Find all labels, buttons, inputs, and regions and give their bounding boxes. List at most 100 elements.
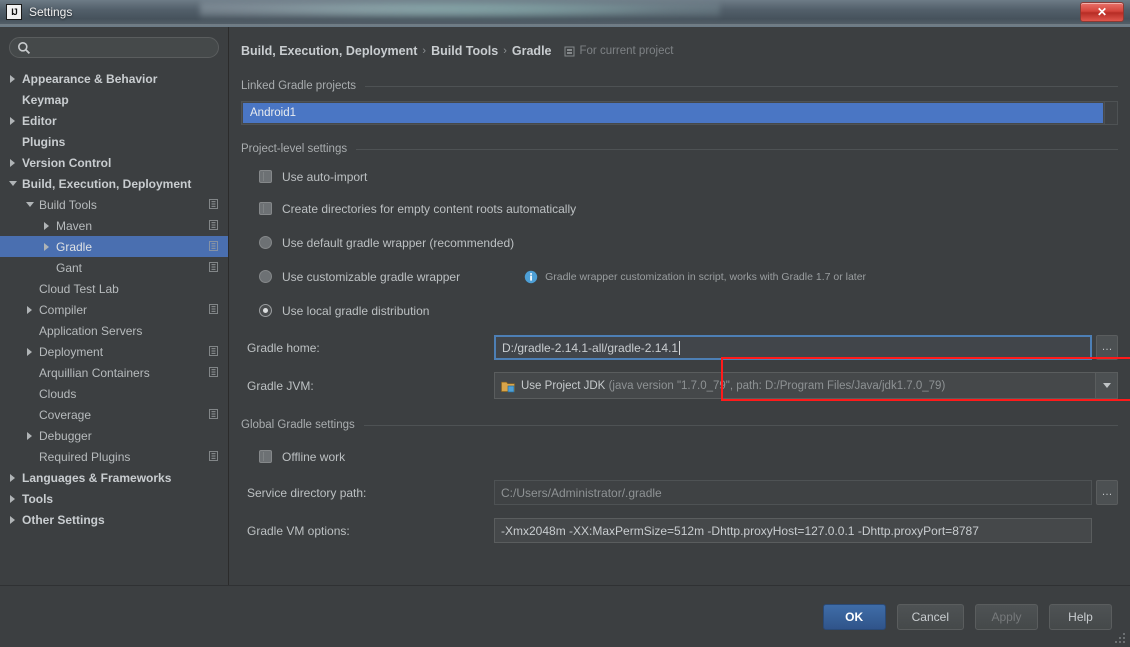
ok-button[interactable]: OK [822, 603, 886, 630]
gradle-home-browse-button[interactable]: … [1096, 335, 1118, 360]
chevron-right-icon[interactable] [42, 220, 53, 231]
sidebar-item-debugger[interactable]: Debugger [0, 425, 228, 446]
chevron-right-icon[interactable] [25, 304, 36, 315]
sidebar-item-gant[interactable]: Gant [0, 257, 228, 278]
sidebar-item-build-tools[interactable]: Build Tools [0, 194, 228, 215]
gradle-home-value: D:/gradle-2.14.1-all/gradle-2.14.1 [502, 340, 679, 355]
checkbox-box[interactable] [259, 450, 272, 463]
vm-options-input[interactable]: -Xmx2048m -XX:MaxPermSize=512m -Dhttp.pr… [494, 518, 1092, 543]
sidebar-item-label: Other Settings [22, 512, 105, 527]
gradle-home-label: Gradle home: [247, 340, 320, 355]
checkbox-box[interactable] [259, 202, 272, 215]
service-directory-control: C:/Users/Administrator/.gradle … [494, 480, 1118, 505]
radio-button[interactable] [259, 304, 272, 317]
radio-button[interactable] [259, 270, 272, 283]
chevron-right-icon[interactable] [8, 514, 19, 525]
sidebar-item-plugins[interactable]: Plugins [0, 131, 228, 152]
sidebar-item-required-plugins[interactable]: Required Plugins [0, 446, 228, 467]
radio-button[interactable] [259, 236, 272, 249]
section-divider [363, 424, 1118, 426]
help-button[interactable]: Help [1049, 603, 1112, 630]
wrapper-hint: Gradle wrapper customization in script, … [524, 270, 866, 284]
list-item[interactable]: Android1 [243, 103, 1103, 123]
sidebar-item-other-settings[interactable]: Other Settings [0, 509, 228, 530]
gradle-home-input[interactable]: D:/gradle-2.14.1-all/gradle-2.14.1 [494, 335, 1092, 360]
service-directory-value: C:/Users/Administrator/.gradle [501, 485, 662, 500]
sidebar-item-label: Cloud Test Lab [39, 281, 119, 296]
sidebar-item-label: Gant [56, 260, 83, 275]
checkbox-box[interactable] [259, 170, 272, 183]
sidebar-item-cloud-test-lab[interactable]: Cloud Test Lab [0, 278, 228, 299]
project-scope-label: For current project [579, 45, 674, 57]
apply-button[interactable]: Apply [975, 603, 1038, 630]
chevron-down-icon[interactable] [1095, 373, 1117, 398]
sidebar-item-keymap[interactable]: Keymap [0, 89, 228, 110]
sidebar-item-languages-frameworks[interactable]: Languages & Frameworks [0, 467, 228, 488]
sidebar-item-compiler[interactable]: Compiler [0, 299, 228, 320]
linked-projects-scrollbar[interactable] [1104, 102, 1117, 124]
sidebar-item-label: Deployment [39, 344, 104, 359]
checkbox-use-auto-import[interactable]: Use auto-import [259, 166, 1118, 187]
global-settings-section-header: Global Gradle settings [241, 419, 1118, 431]
sidebar-item-label: Gradle [56, 239, 93, 254]
chevron-right-icon[interactable] [8, 115, 19, 126]
chevron-right-icon[interactable] [25, 430, 36, 441]
sidebar-item-appearance-behavior[interactable]: Appearance & Behavior [0, 68, 228, 89]
sidebar-item-arquillian-containers[interactable]: Arquillian Containers [0, 362, 228, 383]
sidebar-item-label: Compiler [39, 302, 88, 317]
cancel-button[interactable]: Cancel [896, 603, 964, 630]
sidebar-item-deployment[interactable]: Deployment [0, 341, 228, 362]
chevron-right-icon[interactable] [8, 472, 19, 483]
radio-use-customizable-wrapper[interactable]: Use customizable gradle wrapper Gradle w… [259, 266, 1118, 287]
sidebar-item-label: Maven [56, 218, 93, 233]
sidebar-item-gradle[interactable]: Gradle [0, 236, 228, 257]
chevron-down-icon[interactable] [25, 199, 36, 210]
sidebar-item-label: Editor [22, 113, 57, 128]
radio-use-local-distribution[interactable]: Use local gradle distribution [259, 300, 1118, 321]
sidebar-item-editor[interactable]: Editor [0, 110, 228, 131]
service-directory-input[interactable]: C:/Users/Administrator/.gradle [494, 480, 1092, 505]
sidebar-item-application-servers[interactable]: Application Servers [0, 320, 228, 341]
vm-options-value: -Xmx2048m -XX:MaxPermSize=512m -Dhttp.pr… [501, 523, 979, 538]
search-input[interactable] [34, 38, 210, 57]
chevron-right-icon[interactable] [25, 346, 36, 357]
gradle-jvm-row: Gradle JVM: Use Project JDK (java versio… [241, 372, 1118, 399]
chevron-right-icon[interactable] [8, 73, 19, 84]
vm-options-control: -Xmx2048m -XX:MaxPermSize=512m -Dhttp.pr… [494, 518, 1118, 543]
sidebar-item-build-execution-deployment[interactable]: Build, Execution, Deployment [0, 173, 228, 194]
chevron-down-icon[interactable] [8, 178, 19, 189]
sidebar-item-tools[interactable]: Tools [0, 488, 228, 509]
project-scope-icon [564, 46, 574, 56]
chevron-right-icon[interactable] [8, 493, 19, 504]
checkbox-create-directories[interactable]: Create directories for empty content roo… [259, 198, 1118, 219]
sidebar-item-version-control[interactable]: Version Control [0, 152, 228, 173]
sidebar-item-maven[interactable]: Maven [0, 215, 228, 236]
sidebar-item-clouds[interactable]: Clouds [0, 383, 228, 404]
radio-use-default-wrapper[interactable]: Use default gradle wrapper (recommended) [259, 232, 1118, 253]
sidebar-item-label: Build, Execution, Deployment [22, 176, 192, 191]
checkbox-label: Offline work [282, 449, 346, 464]
sidebar-item-label: Required Plugins [39, 449, 131, 464]
sidebar-item-coverage[interactable]: Coverage [0, 404, 228, 425]
settings-tree[interactable]: Appearance & Behavior Keymap Editor Plugins… [0, 68, 228, 585]
gradle-jvm-detail: (java version "1.7.0_79", path: D:/Progr… [608, 379, 946, 392]
gradle-jvm-dropdown[interactable]: Use Project JDK (java version "1.7.0_79"… [494, 372, 1118, 399]
breadcrumb: Build, Execution, Deployment › Build Too… [241, 40, 1118, 62]
sidebar-item-label: Tools [22, 491, 54, 506]
sidebar-item-label: Clouds [39, 386, 77, 401]
close-icon[interactable]: ✕ [1080, 2, 1124, 22]
sidebar-item-label: Application Servers [39, 323, 143, 338]
service-directory-row: Service directory path: C:/Users/Adminis… [241, 480, 1118, 505]
chevron-right-icon[interactable] [42, 241, 53, 252]
project-scope-icon [209, 409, 218, 419]
search-box[interactable] [9, 37, 219, 58]
checkbox-offline-work[interactable]: Offline work [259, 446, 1118, 467]
chevron-right-icon[interactable] [8, 157, 19, 168]
resize-grip-icon[interactable] [1114, 632, 1127, 645]
text-caret [679, 340, 681, 355]
settings-content: Build, Execution, Deployment › Build Too… [229, 27, 1130, 585]
service-directory-browse-button[interactable]: … [1096, 480, 1118, 505]
linked-projects-list[interactable]: Android1 [241, 101, 1118, 125]
